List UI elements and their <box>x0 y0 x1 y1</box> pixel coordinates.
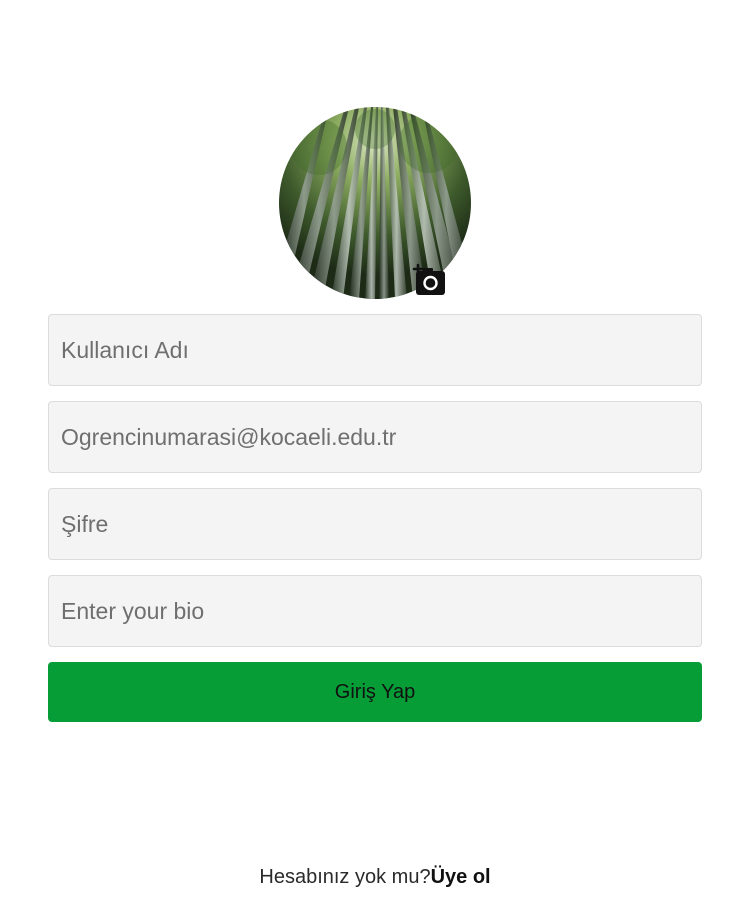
password-input[interactable] <box>48 488 702 560</box>
email-input[interactable] <box>48 401 702 473</box>
profile-photo-picker[interactable] <box>279 107 471 299</box>
login-button[interactable]: Giriş Yap <box>48 662 702 722</box>
signup-link[interactable]: Üye ol <box>431 866 491 888</box>
add-a-photo-icon[interactable] <box>411 263 447 299</box>
username-input[interactable] <box>48 314 702 386</box>
signup-prompt: Hesabınız yok mu?Üye ol <box>0 862 750 892</box>
bio-input[interactable] <box>48 575 702 647</box>
signup-prompt-text: Hesabınız yok mu? <box>259 866 431 888</box>
